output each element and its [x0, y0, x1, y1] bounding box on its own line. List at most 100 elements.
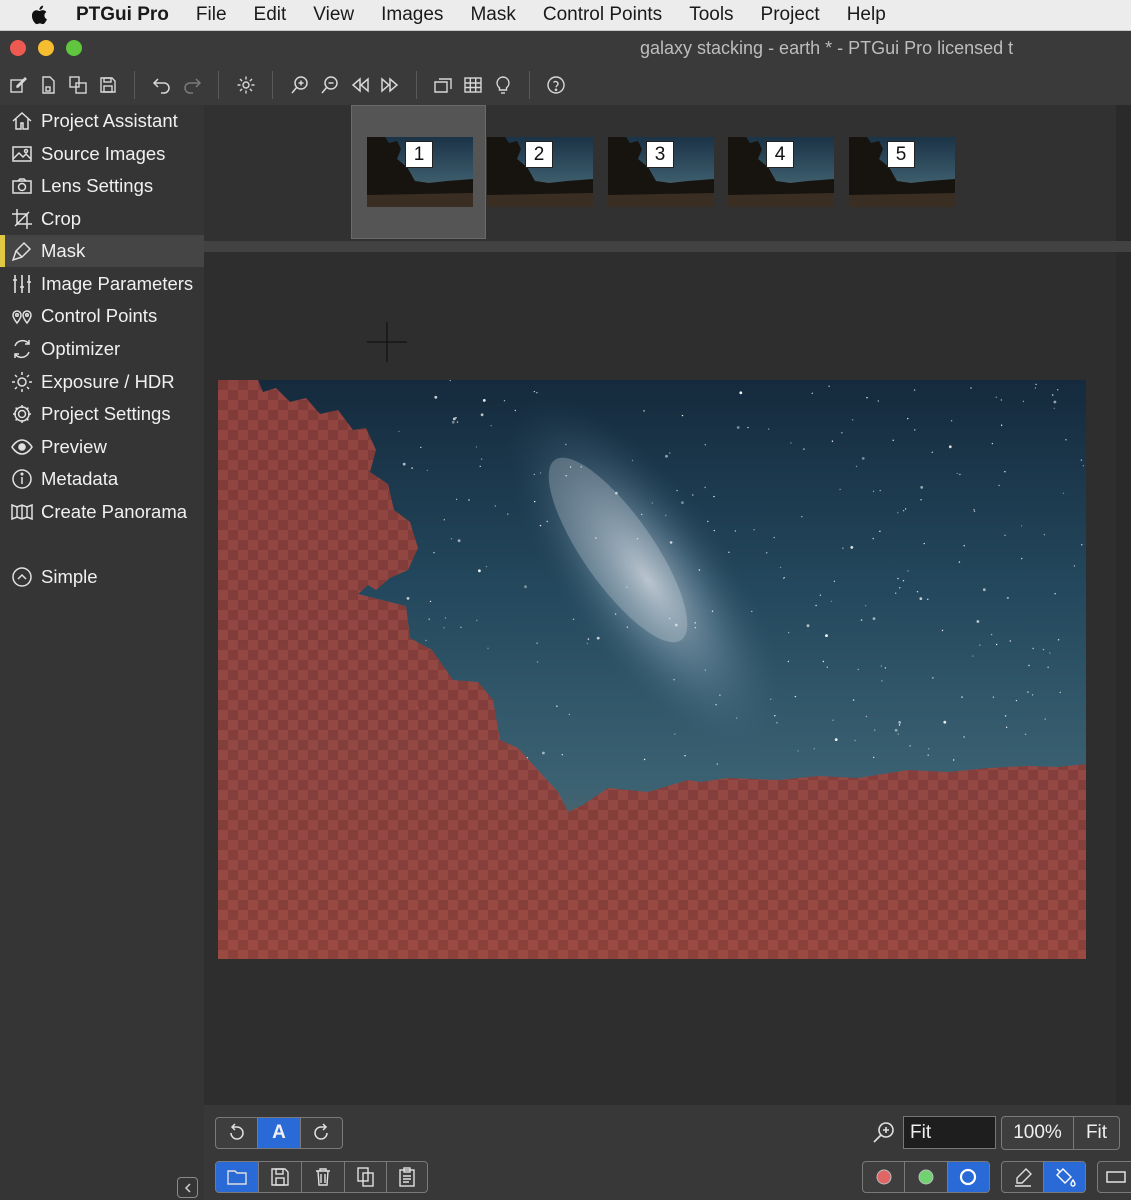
simple-mode-toggle[interactable]: Simple	[0, 561, 204, 593]
brush-tool-button[interactable]	[1002, 1162, 1044, 1192]
paste-icon	[399, 1167, 415, 1187]
sidebar: Project Assistant Source Images Lens Set…	[0, 105, 204, 1200]
sidebar-item-control-points[interactable]: Control Points	[0, 300, 204, 332]
mask-editor-view[interactable]	[204, 252, 1116, 1105]
fill-tool-button[interactable]	[1044, 1162, 1085, 1192]
thumbnail-2[interactable]: 2	[487, 137, 593, 207]
simple-mode-label: Simple	[41, 566, 98, 587]
save-icon[interactable]	[96, 73, 120, 97]
menu-view[interactable]: View	[313, 4, 354, 26]
open-icon[interactable]	[36, 73, 60, 97]
delete-mask-button[interactable]	[302, 1162, 345, 1192]
redo-icon[interactable]	[180, 73, 204, 97]
menu-project[interactable]: Project	[761, 4, 820, 26]
sidebar-item-project-settings[interactable]: Project Settings	[0, 398, 204, 430]
sidebar-item-crop[interactable]: Crop	[0, 203, 204, 235]
mask-file-button-group	[215, 1161, 428, 1193]
thumbnail-number: 4	[766, 141, 794, 168]
help-icon[interactable]	[544, 73, 568, 97]
menu-tools[interactable]: Tools	[689, 4, 733, 26]
sidebar-item-source-images[interactable]: Source Images	[0, 138, 204, 170]
panorama-icon	[11, 501, 33, 523]
thumbnail-scrollbar[interactable]	[1116, 105, 1131, 241]
viewer-scrollbar[interactable]	[1116, 252, 1131, 1105]
sidebar-item-image-parameters[interactable]: Image Parameters	[0, 268, 204, 300]
splitter[interactable]	[204, 241, 1131, 252]
auto-rotate-button[interactable]: A	[258, 1118, 301, 1148]
sidebar-item-label: Control Points	[41, 305, 158, 326]
copy-mask-button[interactable]	[345, 1162, 387, 1192]
minimize-window-button[interactable]	[38, 40, 54, 56]
sidebar-item-preview[interactable]: Preview	[0, 431, 204, 463]
window-title-bar: galaxy stacking - earth * - PTGui Pro li…	[0, 31, 1131, 65]
red-circle-icon	[876, 1169, 892, 1185]
thumbnail-strip: 1 2 3 4 5	[204, 105, 1116, 241]
red-mask-button[interactable]	[863, 1162, 906, 1192]
thumbnail-4[interactable]: 4	[728, 137, 834, 207]
menu-bar: PTGui Pro File Edit View Images Mask Con…	[0, 0, 1131, 31]
sidebar-item-exposure-hdr[interactable]: Exposure / HDR	[0, 366, 204, 398]
zoom-level-field[interactable]: Fit	[903, 1116, 996, 1149]
rectangle-icon	[1106, 1171, 1126, 1183]
green-mask-button[interactable]	[905, 1162, 948, 1192]
menu-mask[interactable]: Mask	[470, 4, 515, 26]
collapse-sidebar-button[interactable]	[177, 1177, 198, 1198]
sidebar-item-lens-settings[interactable]: Lens Settings	[0, 170, 204, 202]
zoom-in-icon[interactable]	[288, 73, 312, 97]
mask-canvas-image[interactable]	[218, 380, 1086, 959]
paste-mask-button[interactable]	[387, 1162, 427, 1192]
thumbnail-3[interactable]: 3	[608, 137, 714, 207]
sidebar-item-create-panorama[interactable]: Create Panorama	[0, 496, 204, 528]
bottom-toolbar: A Fit 100% Fit	[204, 1105, 1131, 1200]
sidebar-item-label: Crop	[41, 208, 82, 229]
sidebar-item-label: Preview	[41, 436, 107, 457]
zoom-100-button[interactable]: 100%	[1002, 1117, 1074, 1149]
folder-icon	[227, 1170, 247, 1185]
zoom-icon	[873, 1122, 894, 1143]
view-mode-toggle[interactable]	[1098, 1162, 1131, 1192]
sidebar-item-label: Image Parameters	[41, 273, 194, 294]
previous-icon[interactable]	[348, 73, 372, 97]
sidebar-item-optimizer[interactable]: Optimizer	[0, 333, 204, 365]
window-title: galaxy stacking - earth * - PTGui Pro li…	[640, 38, 1014, 58]
rotate-right-button[interactable]	[301, 1118, 342, 1148]
bulb-icon[interactable]	[491, 73, 515, 97]
crop-icon	[11, 208, 33, 230]
camera-icon	[11, 175, 33, 197]
sidebar-item-project-assistant[interactable]: Project Assistant	[0, 105, 204, 137]
app-menu-name[interactable]: PTGui Pro	[76, 4, 169, 26]
settings-icon[interactable]	[234, 73, 258, 97]
thumbnail-1[interactable]: 1	[367, 137, 473, 207]
close-window-button[interactable]	[10, 40, 26, 56]
menu-edit[interactable]: Edit	[254, 4, 287, 26]
menu-help[interactable]: Help	[847, 4, 886, 26]
sidebar-item-mask[interactable]: Mask	[0, 235, 204, 267]
sidebar-item-label: Source Images	[41, 143, 166, 164]
sidebar-item-label: Exposure / HDR	[41, 371, 175, 392]
table-icon[interactable]	[461, 73, 485, 97]
clear-mask-button[interactable]	[947, 1162, 989, 1192]
duplicate-icon[interactable]	[66, 73, 90, 97]
sidebar-item-metadata[interactable]: Metadata	[0, 463, 204, 495]
open-mask-button[interactable]	[216, 1162, 259, 1192]
menu-file[interactable]: File	[196, 4, 227, 26]
undo-icon[interactable]	[150, 73, 174, 97]
thumbnail-5[interactable]: 5	[849, 137, 955, 207]
zoom-fit-button[interactable]: Fit	[1074, 1117, 1119, 1149]
zoom-out-icon[interactable]	[318, 73, 342, 97]
menu-images[interactable]: Images	[381, 4, 443, 26]
zoom-window-button[interactable]	[66, 40, 82, 56]
apple-icon[interactable]	[26, 3, 54, 27]
view-mode-button[interactable]	[1097, 1161, 1131, 1193]
rotate-left-button[interactable]	[216, 1118, 259, 1148]
panorama-editor-icon[interactable]	[431, 73, 455, 97]
menu-control-points[interactable]: Control Points	[543, 4, 662, 26]
save-mask-button[interactable]	[259, 1162, 302, 1192]
thumbnail-number: 2	[525, 141, 553, 168]
image-icon	[11, 143, 33, 165]
zoom-button-group: 100% Fit	[1001, 1116, 1120, 1150]
next-icon[interactable]	[378, 73, 402, 97]
new-project-icon[interactable]	[6, 73, 30, 97]
thumbnail-number: 5	[887, 141, 915, 168]
sidebar-item-label: Create Panorama	[41, 501, 188, 522]
